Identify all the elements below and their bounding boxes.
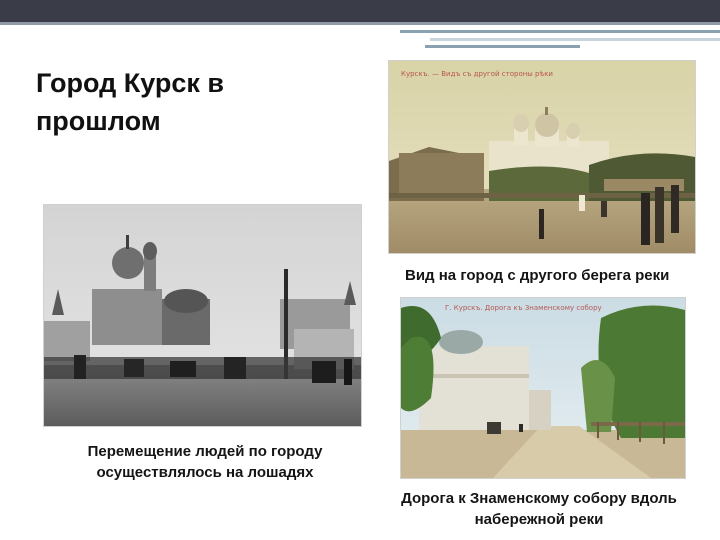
photo-river-view: Курскъ. — Видъ съ другой стороны рѣки	[388, 60, 696, 254]
photo-horses	[43, 204, 362, 427]
river-view-caption: Вид на город с другого берега реки	[405, 267, 670, 284]
header-bar	[0, 0, 720, 22]
horses-image	[44, 205, 361, 426]
river-view-image	[389, 61, 695, 253]
photo-embankment-road: Г. Курскъ. Дорога къ Знаменскому собору	[400, 297, 686, 479]
embankment-road-stamp: Г. Курскъ. Дорога къ Знаменскому собору	[445, 304, 602, 312]
horses-caption: Перемещение людей по городу осуществляло…	[87, 443, 323, 481]
accent-line-middle	[430, 38, 720, 41]
accent-line-top	[400, 30, 720, 33]
embankment-road-image	[401, 298, 685, 478]
slide-title: Город Курск в прошлом	[36, 68, 224, 136]
accent-line-bottom	[425, 45, 580, 48]
header-bar-edge	[0, 22, 720, 25]
embankment-road-caption: Дорога к Знаменскому собору вдоль набере…	[401, 490, 677, 528]
river-view-stamp: Курскъ. — Видъ съ другой стороны рѣки	[401, 70, 553, 78]
